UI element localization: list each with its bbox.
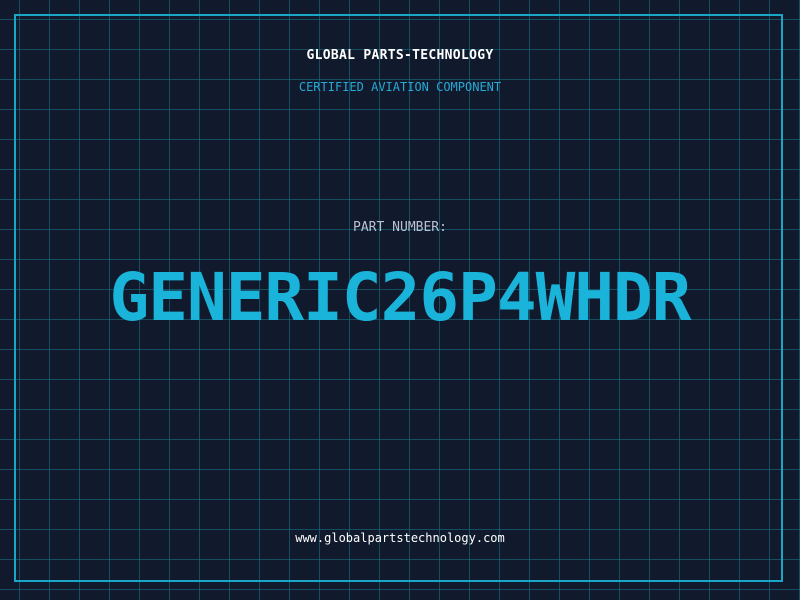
website-url: www.globalpartstechnology.com <box>295 531 505 545</box>
company-name: GLOBAL PARTS-TECHNOLOGY <box>306 48 494 63</box>
part-number-label: PART NUMBER: <box>353 220 447 235</box>
tagline: CERTIFIED AVIATION COMPONENT <box>298 80 502 94</box>
part-number-value: GENERIC26P4WHDR <box>109 259 691 336</box>
